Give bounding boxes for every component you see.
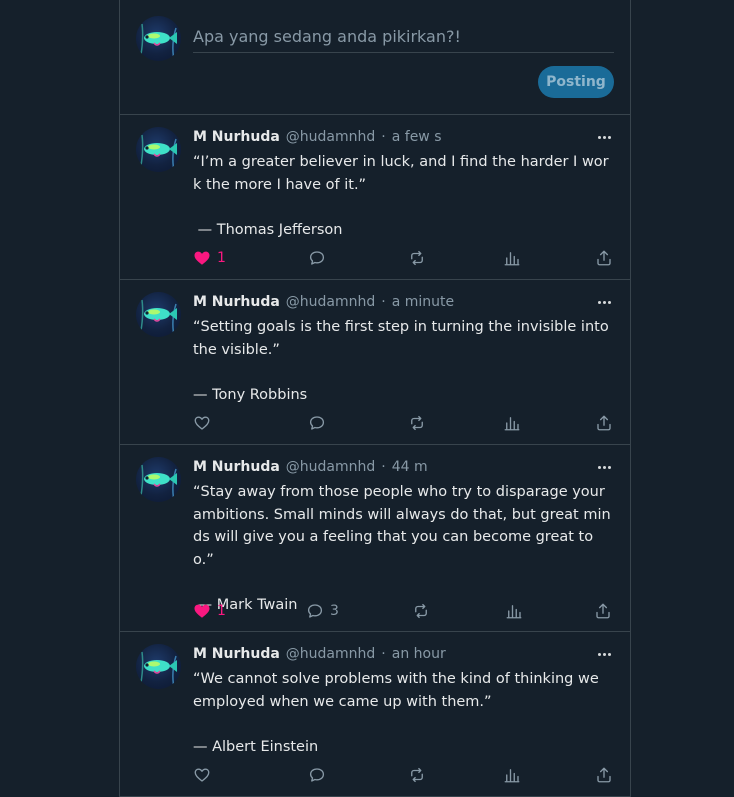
share-icon (597, 415, 611, 431)
views-button[interactable] (503, 248, 521, 268)
heart-icon (194, 604, 210, 618)
display-name[interactable]: M Nurhuda (193, 459, 280, 475)
more-icon[interactable] (594, 295, 614, 309)
like-button[interactable]: 1 (193, 248, 226, 268)
tweet-actions: 1 3 (193, 601, 614, 621)
author-avatar[interactable] (136, 457, 181, 502)
composer: Posting (120, 0, 630, 115)
author-avatar[interactable] (136, 292, 181, 337)
tweet-actions (193, 413, 614, 433)
share-icon (597, 250, 611, 266)
separator: · (381, 459, 386, 475)
heart-icon (194, 768, 210, 782)
timeline: Posting M Nurhuda @hudamnhd · a few s “I… (119, 0, 631, 797)
retweet-icon (415, 603, 427, 619)
reply-button[interactable] (308, 413, 332, 433)
like-count: 1 (217, 603, 226, 619)
like-button[interactable] (193, 765, 217, 785)
tweet-actions (193, 765, 614, 785)
share-button[interactable] (595, 248, 613, 268)
timestamp[interactable]: an hour (392, 646, 446, 662)
post-button[interactable]: Posting (538, 66, 614, 98)
compose-input[interactable] (193, 20, 614, 53)
author-avatar[interactable] (136, 644, 181, 689)
views-icon (504, 252, 520, 266)
tweet-header: M Nurhuda @hudamnhd · an hour (193, 644, 446, 664)
share-icon (596, 603, 610, 619)
share-button[interactable] (595, 413, 613, 433)
reply-icon (309, 768, 325, 782)
separator: · (381, 129, 386, 145)
separator: · (381, 294, 386, 310)
views-icon (504, 769, 520, 783)
reply-button[interactable] (308, 765, 332, 785)
reply-icon (309, 251, 325, 265)
like-button[interactable]: 1 (193, 601, 226, 621)
user-handle[interactable]: @hudamnhd (286, 129, 375, 145)
share-button[interactable] (594, 601, 612, 621)
tweet-header: M Nurhuda @hudamnhd · 44 m (193, 457, 428, 477)
tweet[interactable]: M Nurhuda @hudamnhd · a minute “Setting … (120, 280, 630, 445)
timestamp[interactable]: a few s (392, 129, 442, 145)
tweet[interactable]: M Nurhuda @hudamnhd · 44 m “Stay away fr… (120, 445, 630, 632)
heart-icon (194, 251, 210, 265)
tweet-actions: 1 (193, 248, 614, 268)
share-icon (597, 767, 611, 783)
user-handle[interactable]: @hudamnhd (286, 459, 375, 475)
timestamp[interactable]: 44 m (392, 459, 428, 475)
reply-button[interactable] (308, 248, 332, 268)
tweet-text: “I’m a greater believer in luck, and I f… (193, 154, 609, 238)
display-name[interactable]: M Nurhuda (193, 646, 280, 662)
tweet-header: M Nurhuda @hudamnhd · a few s (193, 127, 442, 147)
share-button[interactable] (595, 765, 613, 785)
views-icon (504, 417, 520, 431)
more-icon[interactable] (594, 647, 614, 661)
heart-icon (194, 416, 210, 430)
user-handle[interactable]: @hudamnhd (286, 646, 375, 662)
separator: · (381, 646, 386, 662)
like-count: 1 (217, 250, 226, 266)
more-icon[interactable] (594, 130, 614, 144)
author-avatar[interactable] (136, 127, 181, 172)
reply-count: 3 (330, 603, 339, 619)
views-button[interactable] (505, 601, 523, 621)
tweet-text: “Setting goals is the first step in turn… (193, 319, 609, 403)
retweet-button[interactable] (408, 413, 426, 433)
reply-button[interactable]: 3 (306, 601, 339, 621)
reply-icon (309, 416, 325, 430)
tweet[interactable]: M Nurhuda @hudamnhd · an hour “We cannot… (120, 632, 630, 797)
tweet-header: M Nurhuda @hudamnhd · a minute (193, 292, 454, 312)
views-icon (506, 605, 522, 619)
more-icon[interactable] (594, 460, 614, 474)
user-handle[interactable]: @hudamnhd (286, 294, 375, 310)
tweet-text: “We cannot solve problems with the kind … (193, 671, 599, 755)
views-button[interactable] (503, 413, 521, 433)
retweet-icon (411, 250, 423, 266)
display-name[interactable]: M Nurhuda (193, 129, 280, 145)
display-name[interactable]: M Nurhuda (193, 294, 280, 310)
retweet-icon (411, 415, 423, 431)
timestamp[interactable]: a minute (392, 294, 454, 310)
tweet[interactable]: M Nurhuda @hudamnhd · a few s “I’m a gre… (120, 115, 630, 280)
retweet-button[interactable] (408, 248, 426, 268)
retweet-button[interactable] (408, 765, 426, 785)
retweet-button[interactable] (412, 601, 430, 621)
composer-avatar[interactable] (136, 16, 181, 61)
tweet-text: “Stay away from those people who try to … (193, 484, 611, 613)
like-button[interactable] (193, 413, 217, 433)
reply-icon (307, 604, 323, 618)
retweet-icon (411, 767, 423, 783)
views-button[interactable] (503, 765, 521, 785)
